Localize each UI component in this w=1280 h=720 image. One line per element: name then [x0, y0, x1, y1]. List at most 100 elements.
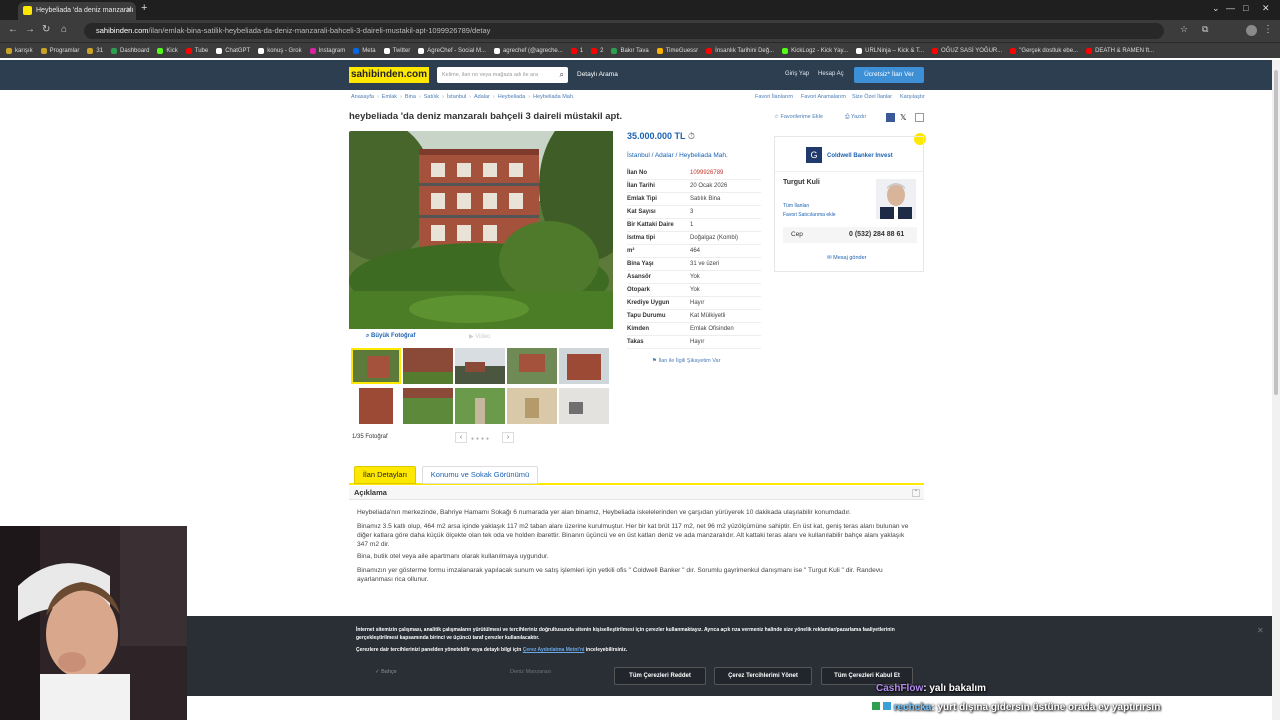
breadcrumb-item[interactable]: Satılık — [424, 94, 439, 100]
thumbnail-2[interactable] — [403, 348, 453, 384]
manage-cookies-button[interactable]: Çerez Tercihlerimi Yönet — [714, 667, 812, 685]
home-icon[interactable]: ⌂ — [61, 24, 67, 35]
facebook-share-icon[interactable] — [886, 113, 895, 122]
window-close-icon[interactable]: ✕ — [1262, 3, 1270, 14]
collapse-icon[interactable]: ⌃ — [912, 489, 920, 497]
breadcrumb-item[interactable]: Adalar — [474, 94, 490, 100]
bookmark-item[interactable]: ChatGPT — [216, 47, 250, 54]
thumbnail-1[interactable] — [351, 348, 401, 384]
next-photo-icon[interactable]: › — [502, 432, 514, 443]
breadcrumb-item[interactable]: Anasayfa — [351, 94, 374, 100]
new-tab-icon[interactable]: + — [141, 2, 147, 14]
send-message-link[interactable]: ✉ Mesaj gönder — [827, 255, 866, 261]
bookmark-star-icon[interactable]: ☆ — [1180, 24, 1188, 35]
search-icon[interactable]: ⌕ — [560, 67, 564, 83]
site-logo[interactable]: sahibinden.com — [349, 67, 429, 83]
compare-link[interactable]: Karşılaştır — [900, 94, 925, 100]
profile-avatar[interactable] — [1246, 25, 1257, 36]
tab-listing-details[interactable]: İlan Detayları — [354, 466, 416, 484]
bookmark-item[interactable]: 31 — [87, 47, 103, 54]
thumbnail-9[interactable] — [507, 388, 557, 424]
prev-photo-icon[interactable]: ‹ — [455, 432, 467, 443]
bookmark-item[interactable]: Meta — [353, 47, 376, 54]
cookie-close-icon[interactable]: ✕ — [1257, 626, 1264, 635]
bookmark-item[interactable]: URLNinja – Kick & T... — [856, 47, 924, 54]
maximize-icon[interactable]: □ — [1243, 3, 1248, 13]
close-tab-icon[interactable]: ✕ — [126, 2, 132, 20]
bookmark-item[interactable]: Instagram — [309, 47, 345, 54]
bookmark-item[interactable]: Programlar — [40, 47, 79, 54]
detail-row: Asansör Yok — [627, 271, 761, 284]
bookmark-item[interactable]: agrechef (@agreche... — [493, 47, 563, 54]
bookmark-item[interactable]: karışık — [6, 47, 33, 54]
url-field[interactable]: sahibinden.com/ilan/emlak-bina-satilik-h… — [84, 23, 1164, 39]
location-district[interactable]: Adalar — [655, 152, 674, 159]
bookmark-item[interactable]: İnsanlık Tarihini Değ... — [706, 47, 774, 54]
video-link[interactable]: ▶ Video — [469, 333, 491, 340]
reload-icon[interactable]: ↻ — [42, 24, 50, 35]
phone-number[interactable]: 0 (532) 284 88 61 — [849, 231, 904, 238]
big-photo-link[interactable]: ⌕ Büyük Fotoğraf — [366, 333, 415, 340]
thumbnail-10[interactable] — [559, 388, 609, 424]
detailed-search-link[interactable]: Detaylı Arama — [577, 71, 618, 78]
thumbnail-3[interactable] — [455, 348, 505, 384]
bookmark-item[interactable]: Kick — [157, 47, 178, 54]
bookmark-item[interactable]: 1 — [570, 47, 583, 54]
bookmark-item[interactable]: Twitter — [383, 47, 410, 54]
favorite-ads-link[interactable]: Favori İlanlarım — [755, 94, 793, 100]
location-neighborhood[interactable]: Heybeliada Mah. — [679, 152, 728, 159]
bookmark-item[interactable]: Bakır Tava — [611, 47, 649, 54]
print-link[interactable]: ⎙ Yazdır — [845, 114, 866, 121]
breadcrumb-item[interactable]: Heybeliada — [498, 94, 526, 100]
breadcrumb-item[interactable]: İstanbul — [447, 94, 466, 100]
site-search-input[interactable]: Kelime, ilan no veya mağaza adı ile ara … — [437, 67, 568, 83]
bookmark-item[interactable]: 2 — [591, 47, 603, 54]
tab-location-street-view[interactable]: Konumu ve Sokak Görünümü — [422, 466, 538, 484]
thumbnail-7[interactable] — [403, 388, 453, 424]
browser-tab[interactable]: Heybeliada 'da deniz manzaralı ✕ — [18, 2, 136, 20]
post-ad-button[interactable]: Ücretsiz* İlan Ver — [854, 67, 924, 83]
main-listing-photo[interactable] — [349, 131, 613, 329]
bookmark-item[interactable]: AgreChef - Social M... — [418, 47, 486, 54]
bookmark-item[interactable]: Dashboard — [111, 47, 149, 54]
description-header[interactable]: Açıklama ⌃ — [349, 486, 924, 500]
location-city[interactable]: İstanbul — [627, 152, 650, 159]
thumbnail-8[interactable] — [455, 388, 505, 424]
agent-office[interactable]: Coldwell Banker Invest — [827, 153, 893, 159]
detail-key: Bir Kattaki Daire — [627, 222, 674, 228]
add-favorite-link[interactable]: ☆ Favorilerime Ekle — [774, 114, 823, 120]
thumbnail-6[interactable] — [351, 388, 401, 424]
bookmark-item[interactable]: "Gerçek dostluk ebe... — [1010, 47, 1078, 54]
register-link[interactable]: Hesap Aç — [818, 71, 844, 77]
breadcrumb-item[interactable]: Emlak — [382, 94, 397, 100]
chat-message-1: CashFlow: yalı bakalım — [876, 683, 987, 694]
favorite-searches-link[interactable]: Favori Aramalarım — [801, 94, 846, 100]
favorite-seller-link[interactable]: Favori Satıcılarıma ekle — [783, 212, 836, 218]
extensions-icon[interactable]: ⧉ — [1202, 24, 1208, 35]
complaint-link[interactable]: ⚑ İlan ile İlgili Şikayetim Var — [652, 358, 720, 364]
bookmark-item[interactable]: KickLogz - Kick Yay... — [782, 47, 848, 54]
breadcrumb-item[interactable]: Bina — [405, 94, 416, 100]
bookmark-item[interactable]: konuş - Grok — [258, 47, 302, 54]
bookmark-icon — [611, 47, 618, 54]
bookmark-item[interactable]: DEATH & RAMEN ft... — [1086, 47, 1154, 54]
browser-menu-icon[interactable]: ⋮ — [1263, 24, 1273, 35]
x-share-icon[interactable]: 𝕏 — [900, 113, 909, 122]
breadcrumb-item[interactable]: Heybeliada Mah. — [533, 94, 574, 100]
special-ads-link[interactable]: Size Özel İlanlar — [852, 94, 892, 100]
thumbnail-4[interactable] — [507, 348, 557, 384]
reject-cookies-button[interactable]: Tüm Çerezleri Reddet — [614, 667, 706, 685]
cookie-policy-link[interactable]: Çerez Aydınlatma Metni'ni — [523, 647, 585, 653]
minimize-icon[interactable]: — — [1226, 3, 1235, 13]
thumbnail-5[interactable] — [559, 348, 609, 384]
bookmark-item[interactable]: OĞUZ SASİ YOĞUR... — [932, 47, 1002, 54]
back-icon[interactable]: ← — [8, 24, 18, 35]
scrollbar-thumb[interactable] — [1274, 70, 1278, 395]
window-chevron-icon[interactable]: ⌄ — [1212, 3, 1220, 14]
bookmark-item[interactable]: Tube — [185, 47, 208, 54]
agent-all-ads-link[interactable]: Tüm İlanları — [783, 203, 809, 209]
email-share-icon[interactable] — [915, 113, 924, 122]
login-link[interactable]: Giriş Yap — [785, 71, 809, 77]
bookmark-item[interactable]: TimeGuessr — [656, 47, 698, 54]
forward-icon[interactable]: → — [25, 24, 35, 35]
